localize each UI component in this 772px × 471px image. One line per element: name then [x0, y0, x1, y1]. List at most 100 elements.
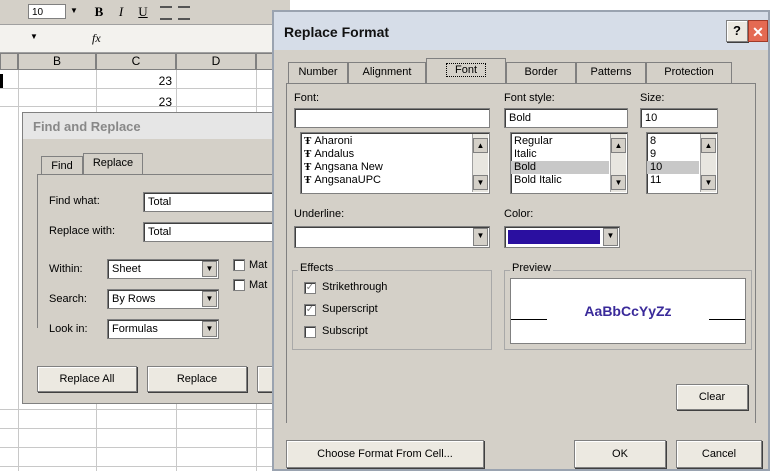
font-list-item-label: AngsanaUPC: [314, 174, 381, 186]
column-header-b[interactable]: B: [18, 53, 96, 70]
replace-with-input[interactable]: Total: [143, 222, 293, 242]
font-style-input[interactable]: Bold: [504, 108, 628, 128]
scroll-down-icon[interactable]: ▼: [701, 175, 716, 190]
size-listbox[interactable]: 8 9 10 11 ▲ ▼: [646, 132, 718, 194]
tab-protection-label: Protection: [664, 66, 714, 78]
scroll-up-icon[interactable]: ▲: [701, 138, 716, 153]
chevron-down-icon[interactable]: ▼: [473, 228, 488, 246]
ok-button[interactable]: OK: [574, 440, 666, 468]
bold-button[interactable]: B: [90, 3, 108, 20]
chevron-down-icon[interactable]: ▼: [603, 228, 618, 246]
align-left-icon[interactable]: [160, 6, 172, 20]
column-header-c[interactable]: C: [96, 53, 176, 70]
font-style-label: Font style:: [504, 92, 555, 104]
tab-font-label: Font: [445, 63, 486, 77]
within-label: Within:: [49, 263, 83, 275]
font-size-value: 10: [32, 7, 44, 18]
match-case-checkbox[interactable]: [233, 259, 245, 271]
scroll-down-icon[interactable]: ▼: [611, 175, 626, 190]
close-icon[interactable]: ✕: [748, 20, 768, 42]
size-input-value: 10: [645, 112, 658, 124]
underline-select[interactable]: ▼: [294, 226, 490, 248]
replace-button[interactable]: Replace: [147, 366, 247, 392]
font-input[interactable]: [294, 108, 490, 128]
preview-label: Preview: [510, 262, 554, 274]
find-replace-title-bar: Find and Replace: [23, 113, 291, 139]
tab-find[interactable]: Find: [41, 156, 83, 175]
scroll-down-icon[interactable]: ▼: [473, 175, 488, 190]
replace-all-button[interactable]: Replace All: [37, 366, 137, 392]
font-list-item-label: Andalus: [314, 148, 355, 160]
font-list-item[interactable]: Ŧ Angsana New: [301, 161, 489, 174]
strikethrough-label: Strikethrough: [322, 281, 388, 293]
tab-font[interactable]: Font: [426, 58, 506, 84]
within-select[interactable]: Sheet ▼: [107, 259, 219, 279]
tab-border-label: Border: [524, 66, 558, 78]
superscript-checkbox[interactable]: ✓: [304, 304, 316, 316]
cell-c1[interactable]: 23: [112, 74, 172, 88]
column-header-d[interactable]: D: [176, 53, 256, 70]
match-entire-checkbox[interactable]: [233, 279, 245, 291]
help-icon[interactable]: ?: [726, 20, 748, 42]
clear-button[interactable]: Clear: [676, 384, 748, 410]
match-entire-label: Mat: [249, 279, 268, 291]
preview-baseline-right: [709, 319, 745, 320]
cancel-button[interactable]: Cancel: [676, 440, 762, 468]
italic-button[interactable]: I: [112, 3, 130, 20]
font-size-dropdown-icon[interactable]: ▼: [70, 6, 78, 15]
size-item-selected[interactable]: 10: [647, 161, 699, 174]
font-listbox[interactable]: Ŧ Aharoni Ŧ Andalus Ŧ Angsana New Ŧ AngsanaU…: [300, 132, 490, 194]
tab-replace-label: Replace: [92, 157, 134, 169]
font-list-scrollbar[interactable]: ▲ ▼: [472, 134, 488, 192]
chevron-down-icon[interactable]: ▼: [202, 291, 217, 307]
find-what-value: Total: [148, 196, 172, 208]
tab-find-label: Find: [51, 160, 73, 172]
cell-c2[interactable]: 23: [112, 95, 172, 106]
grid-line: [0, 428, 290, 429]
grid-line: [0, 106, 290, 107]
color-swatch: [508, 230, 600, 244]
name-box-dropdown-icon[interactable]: ▼: [30, 32, 38, 41]
tab-patterns-label: Patterns: [590, 66, 632, 78]
preview-text: AaBbCcYyZz: [584, 303, 672, 319]
replace-with-label: Replace with:: [49, 225, 116, 237]
font-style-listbox[interactable]: Regular Italic Bold Bold Italic ▲ ▼: [510, 132, 628, 194]
tab-number-label: Number: [298, 66, 338, 78]
choose-format-from-cell-button[interactable]: Choose Format From Cell...: [286, 440, 484, 468]
chevron-down-icon[interactable]: ▼: [202, 261, 217, 277]
tab-patterns[interactable]: Patterns: [576, 62, 646, 84]
find-what-input[interactable]: Total: [143, 192, 293, 212]
tab-border[interactable]: Border: [506, 62, 576, 84]
find-replace-tabs: Find Replace: [41, 153, 291, 175]
scroll-up-icon[interactable]: ▲: [473, 138, 488, 153]
truetype-icon: Ŧ: [304, 174, 312, 186]
tab-protection[interactable]: Protection: [646, 62, 732, 84]
size-input[interactable]: 10: [640, 108, 718, 128]
font-list-item[interactable]: Ŧ Aharoni: [301, 135, 489, 148]
scroll-up-icon[interactable]: ▲: [611, 138, 626, 153]
replace-with-value: Total: [148, 226, 172, 238]
tab-replace[interactable]: Replace: [83, 153, 143, 175]
preview-baseline-left: [511, 319, 547, 320]
underline-button[interactable]: U: [134, 3, 152, 20]
truetype-icon: Ŧ: [304, 161, 312, 173]
tab-number[interactable]: Number: [288, 62, 348, 84]
row-selector: [0, 74, 3, 88]
font-list-item[interactable]: Ŧ AngsanaUPC: [301, 174, 489, 187]
lookin-select[interactable]: Formulas ▼: [107, 319, 219, 339]
chevron-down-icon[interactable]: ▼: [202, 321, 217, 337]
font-size-box[interactable]: 10: [28, 4, 66, 19]
font-list-item[interactable]: Ŧ Andalus: [301, 148, 489, 161]
font-label: Font:: [294, 92, 320, 104]
subscript-checkbox[interactable]: [304, 326, 316, 338]
font-list-item-label: Angsana New: [314, 161, 383, 173]
font-style-item-selected[interactable]: Bold: [511, 161, 609, 174]
size-scrollbar[interactable]: ▲ ▼: [700, 134, 716, 192]
find-replace-title: Find and Replace: [33, 119, 141, 134]
font-style-scrollbar[interactable]: ▲ ▼: [610, 134, 626, 192]
search-select[interactable]: By Rows ▼: [107, 289, 219, 309]
tab-alignment[interactable]: Alignment: [348, 62, 426, 84]
align-center-icon[interactable]: [178, 6, 190, 20]
color-select[interactable]: ▼: [504, 226, 620, 248]
strikethrough-checkbox[interactable]: ✓: [304, 282, 316, 294]
